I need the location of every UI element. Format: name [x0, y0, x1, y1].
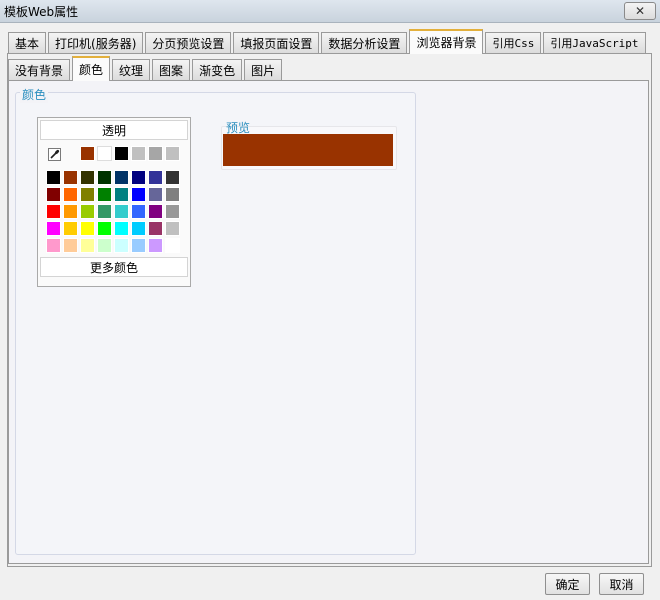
tab-sub-4[interactable]: 渐变色 — [192, 59, 243, 80]
palette-color-swatch[interactable] — [63, 170, 78, 185]
palette-color-swatch[interactable] — [80, 204, 95, 219]
recent-color-swatch[interactable] — [80, 146, 95, 161]
palette-color-swatch[interactable] — [97, 204, 112, 219]
palette-color-swatch[interactable] — [165, 170, 180, 185]
palette-color-swatch[interactable] — [165, 221, 180, 236]
tab-top-2[interactable]: 分页预览设置 — [145, 32, 232, 53]
tab-top-6[interactable]: 引用Css — [485, 32, 542, 53]
tab-top-5[interactable]: 浏览器背景 — [409, 29, 484, 54]
palette-color-swatch[interactable] — [46, 238, 61, 253]
palette-color-swatch[interactable] — [97, 170, 112, 185]
tab-sub-2[interactable]: 纹理 — [112, 59, 151, 80]
preview-swatch — [223, 134, 393, 166]
tab-sub-1[interactable]: 颜色 — [72, 56, 111, 81]
palette-color-swatch[interactable] — [114, 204, 129, 219]
palette-color-swatch[interactable] — [148, 187, 163, 202]
palette-color-swatch[interactable] — [165, 204, 180, 219]
cancel-button[interactable]: 取消 — [599, 573, 644, 595]
palette-color-swatch[interactable] — [80, 170, 95, 185]
main-tab-strip: 基本 打印机(服务器) 分页预览设置 填报页面设置 数据分析设置 浏览器背景 引用Css 引用… — [8, 29, 648, 54]
close-button[interactable]: ✕ — [624, 2, 656, 20]
tab-top-7[interactable]: 引用JavaScript — [543, 32, 646, 53]
palette-color-swatch[interactable] — [80, 238, 95, 253]
tab-top-1[interactable]: 打印机(服务器) — [48, 32, 144, 53]
recent-color-swatch[interactable] — [148, 146, 163, 161]
tab-sub-3[interactable]: 图案 — [152, 59, 191, 80]
palette-color-swatch[interactable] — [148, 221, 163, 236]
palette-color-swatch[interactable] — [80, 187, 95, 202]
palette-color-swatch[interactable] — [114, 170, 129, 185]
palette-color-swatch[interactable] — [97, 221, 112, 236]
palette-color-swatch[interactable] — [131, 170, 146, 185]
palette-color-swatch[interactable] — [131, 187, 146, 202]
color-group-label: 颜色 — [20, 86, 49, 103]
palette-color-swatch[interactable] — [114, 187, 129, 202]
window-title: 模板Web属性 — [4, 5, 79, 19]
tab-sub-0[interactable]: 没有背景 — [8, 59, 71, 80]
palette-color-swatch[interactable] — [165, 187, 180, 202]
color-picker: 透明 更多颜色 — [37, 117, 191, 287]
recent-color-swatch[interactable] — [97, 146, 112, 161]
palette-color-swatch[interactable] — [80, 221, 95, 236]
palette-color-swatch[interactable] — [114, 221, 129, 236]
tab-top-0[interactable]: 基本 — [8, 32, 47, 53]
palette-color-swatch[interactable] — [46, 170, 61, 185]
palette-color-swatch[interactable] — [148, 238, 163, 253]
transparent-button[interactable]: 透明 — [40, 120, 188, 140]
palette-color-swatch[interactable] — [97, 238, 112, 253]
ok-button[interactable]: 确定 — [545, 573, 590, 595]
palette-color-swatch[interactable] — [165, 238, 180, 253]
recent-color-swatch[interactable] — [131, 146, 146, 161]
palette-color-swatch[interactable] — [148, 204, 163, 219]
palette-color-swatch[interactable] — [63, 187, 78, 202]
palette-color-swatch[interactable] — [131, 204, 146, 219]
palette-color-swatch[interactable] — [63, 238, 78, 253]
palette-color-swatch[interactable] — [46, 204, 61, 219]
palette-color-swatch[interactable] — [63, 221, 78, 236]
palette-color-swatch[interactable] — [131, 221, 146, 236]
palette-color-swatch[interactable] — [46, 221, 61, 236]
background-type-tab-strip: 没有背景 颜色 纹理 图案 渐变色 图片 — [8, 56, 284, 81]
palette-color-swatch[interactable] — [97, 187, 112, 202]
palette-color-swatch[interactable] — [114, 238, 129, 253]
recent-color-swatch[interactable] — [165, 146, 180, 161]
close-icon: ✕ — [634, 4, 646, 18]
palette-color-swatch[interactable] — [131, 238, 146, 253]
palette-color-swatch[interactable] — [63, 204, 78, 219]
palette-color-swatch[interactable] — [46, 187, 61, 202]
tab-sub-5[interactable]: 图片 — [244, 59, 283, 80]
title-bar: 模板Web属性 ✕ — [0, 0, 660, 23]
palette-color-swatch[interactable] — [148, 170, 163, 185]
recent-color-swatch[interactable] — [114, 146, 129, 161]
eyedropper-icon[interactable] — [48, 148, 61, 161]
tab-top-3[interactable]: 填报页面设置 — [233, 32, 320, 53]
more-colors-button[interactable]: 更多颜色 — [40, 257, 188, 277]
tab-top-4[interactable]: 数据分析设置 — [321, 32, 408, 53]
